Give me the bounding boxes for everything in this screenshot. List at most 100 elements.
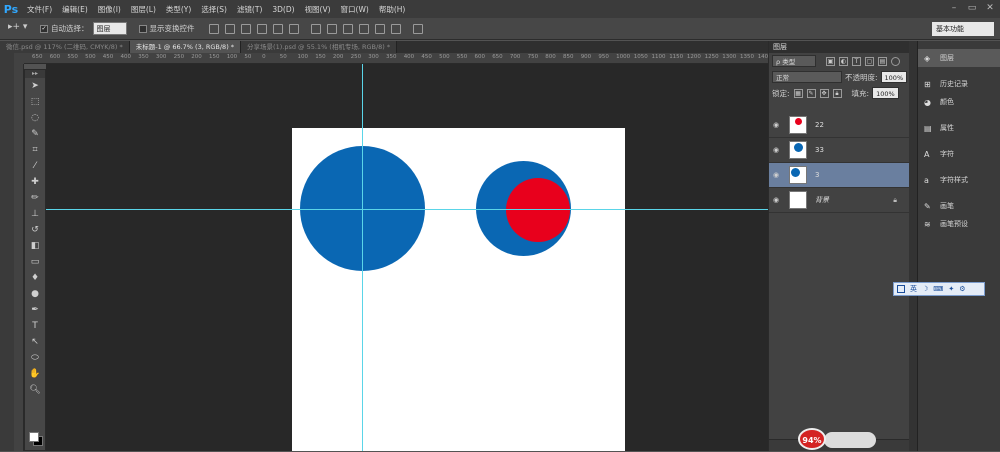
visibility-eye-icon[interactable]: ◉: [769, 146, 783, 154]
gradient-icon[interactable]: ▭: [25, 254, 45, 270]
tab-doc-2[interactable]: 未标题-1 @ 66.7% (3, RGB/8) *: [129, 41, 242, 53]
menu-help[interactable]: 帮助(H): [374, 4, 411, 15]
layer-row[interactable]: ◉ 33: [769, 138, 909, 163]
filter-toggle-icon[interactable]: [891, 56, 900, 66]
distribute-vcenter-icon[interactable]: [326, 23, 337, 34]
ime-settings-icon[interactable]: ⚙: [959, 285, 965, 293]
layer-row[interactable]: ◉ 22: [769, 113, 909, 138]
ime-lang-toggle[interactable]: 英: [910, 284, 917, 294]
blur-icon[interactable]: ♦: [25, 270, 45, 286]
type-icon[interactable]: T: [25, 318, 45, 334]
ime-moon-icon[interactable]: ☽: [922, 285, 928, 293]
align-vcenter-icon[interactable]: [224, 23, 235, 34]
distribute-left-icon[interactable]: [358, 23, 369, 34]
horizontal-ruler[interactable]: 650 600 550 500 450 400 350 300 250 200 150 100 50 0 5…: [24, 53, 768, 64]
brush-icon[interactable]: ✏: [25, 190, 45, 206]
menu-window[interactable]: 窗口(W): [336, 4, 374, 15]
dock-char-style[interactable]: a 字符样式: [918, 171, 1000, 189]
align-right-icon[interactable]: [288, 23, 299, 34]
maximize-icon[interactable]: ▭: [966, 2, 978, 14]
ime-keyboard-icon[interactable]: ⌨: [933, 285, 943, 293]
hand-icon[interactable]: ✋: [25, 366, 45, 382]
distribute-hcenter-icon[interactable]: [374, 23, 385, 34]
dock-brush-presets[interactable]: ≋ 画笔预设: [918, 215, 1000, 233]
speed-meter-badge[interactable]: 94%: [798, 428, 826, 450]
canvas-area[interactable]: [46, 64, 768, 451]
lock-all-icon[interactable]: 🔒︎: [832, 88, 842, 98]
ime-skin-icon[interactable]: ✦: [948, 285, 954, 293]
dock-properties[interactable]: ▤ 属性: [918, 119, 1000, 137]
foreground-color-swatch[interactable]: [29, 432, 39, 442]
auto-select-dropdown[interactable]: 图层: [92, 22, 127, 35]
auto-select-checkbox[interactable]: ✓: [40, 24, 48, 33]
eyedropper-icon[interactable]: ⁄: [25, 158, 45, 174]
align-bottom-icon[interactable]: [240, 23, 251, 34]
dodge-icon[interactable]: ●: [25, 286, 45, 302]
pen-icon[interactable]: ✒: [25, 302, 45, 318]
tab-doc-1[interactable]: 微信.psd @ 117% (二维码, CMYK/8) *: [0, 41, 130, 53]
dock-color[interactable]: ◕ 颜色: [918, 93, 1000, 111]
dock-history[interactable]: ⊞ 历史记录: [918, 75, 1000, 93]
red-circle[interactable]: [506, 178, 570, 242]
visibility-eye-icon[interactable]: ◉: [769, 196, 783, 204]
dock-character[interactable]: A 字符: [918, 145, 1000, 163]
ime-toolbar[interactable]: 英 ☽ ⌨ ✦ ⚙: [893, 282, 985, 296]
marquee-icon[interactable]: ⬚: [25, 94, 45, 110]
show-transform-checkbox[interactable]: [138, 24, 147, 33]
menu-layer[interactable]: 图层(L): [126, 4, 161, 15]
tab-doc-3[interactable]: 分享场景(1).psd @ 55.1% (相机专场, RGB/8) *: [241, 41, 398, 53]
close-icon[interactable]: ✕: [984, 2, 996, 14]
zoom-icon[interactable]: 🔍︎: [25, 382, 45, 398]
healing-brush-icon[interactable]: ✚: [25, 174, 45, 190]
document-canvas[interactable]: [292, 128, 625, 451]
align-left-icon[interactable]: [256, 23, 267, 34]
dock-layers[interactable]: ◈ 图层: [918, 49, 1000, 67]
crop-icon[interactable]: ⌗: [25, 142, 45, 158]
layers-scrollbar[interactable]: [909, 41, 917, 451]
menu-filter[interactable]: 滤镜(T): [232, 4, 267, 15]
vertical-ruler[interactable]: [14, 64, 24, 451]
workspace-dropdown[interactable]: 基本功能: [932, 22, 994, 36]
move-icon[interactable]: ➤: [25, 78, 45, 94]
visibility-eye-icon[interactable]: ◉: [769, 171, 783, 179]
layer-row-selected[interactable]: ◉ 3: [769, 163, 909, 188]
history-brush-icon[interactable]: ↺: [25, 222, 45, 238]
lock-transparent-icon[interactable]: ▦: [793, 88, 803, 98]
lock-pixels-icon[interactable]: ✎: [806, 88, 816, 98]
align-hcenter-icon[interactable]: [272, 23, 283, 34]
menu-3d[interactable]: 3D(D): [267, 5, 299, 14]
minimize-icon[interactable]: –: [948, 2, 960, 14]
move-tool-icon[interactable]: ▸+ ▾: [8, 22, 34, 36]
filter-smart-icon[interactable]: ▤: [878, 56, 887, 66]
distribute-right-icon[interactable]: [390, 23, 401, 34]
distribute-bottom-icon[interactable]: [342, 23, 353, 34]
auto-align-icon[interactable]: [412, 23, 423, 34]
filter-shape-icon[interactable]: ▢: [865, 56, 874, 66]
distribute-top-icon[interactable]: [310, 23, 321, 34]
menu-select[interactable]: 选择(S): [196, 4, 232, 15]
blend-mode-dropdown[interactable]: 正常: [772, 71, 842, 83]
clone-stamp-icon[interactable]: ⊥: [25, 206, 45, 222]
lock-position-icon[interactable]: ✥: [819, 88, 829, 98]
menu-image[interactable]: 图像(I): [93, 4, 126, 15]
fill-input[interactable]: 100%: [872, 87, 899, 99]
tools-panel-grip-icon[interactable]: ▸▸: [25, 70, 45, 78]
opacity-input[interactable]: 100%: [880, 71, 908, 83]
lasso-icon[interactable]: ◌: [25, 110, 45, 126]
quick-select-icon[interactable]: ✎: [25, 126, 45, 142]
menu-type[interactable]: 类型(Y): [161, 4, 196, 15]
filter-pixel-icon[interactable]: ▣: [826, 56, 835, 66]
dock-brush[interactable]: ✎ 画笔: [918, 197, 1000, 215]
layer-filter-dropdown[interactable]: ρ 类型: [772, 55, 816, 67]
filter-adjust-icon[interactable]: ◐: [839, 56, 848, 66]
menu-edit[interactable]: 编辑(E): [57, 4, 93, 15]
eraser-icon[interactable]: ◧: [25, 238, 45, 254]
menu-view[interactable]: 视图(V): [300, 4, 336, 15]
path-select-icon[interactable]: ↖: [25, 334, 45, 350]
ellipse-icon[interactable]: ⬭: [25, 350, 45, 366]
visibility-eye-icon[interactable]: ◉: [769, 121, 783, 129]
horizontal-guide[interactable]: [46, 209, 768, 210]
align-top-icon[interactable]: [208, 23, 219, 34]
layers-panel-title[interactable]: 图层: [769, 41, 910, 53]
filter-type-icon[interactable]: T: [852, 56, 861, 66]
